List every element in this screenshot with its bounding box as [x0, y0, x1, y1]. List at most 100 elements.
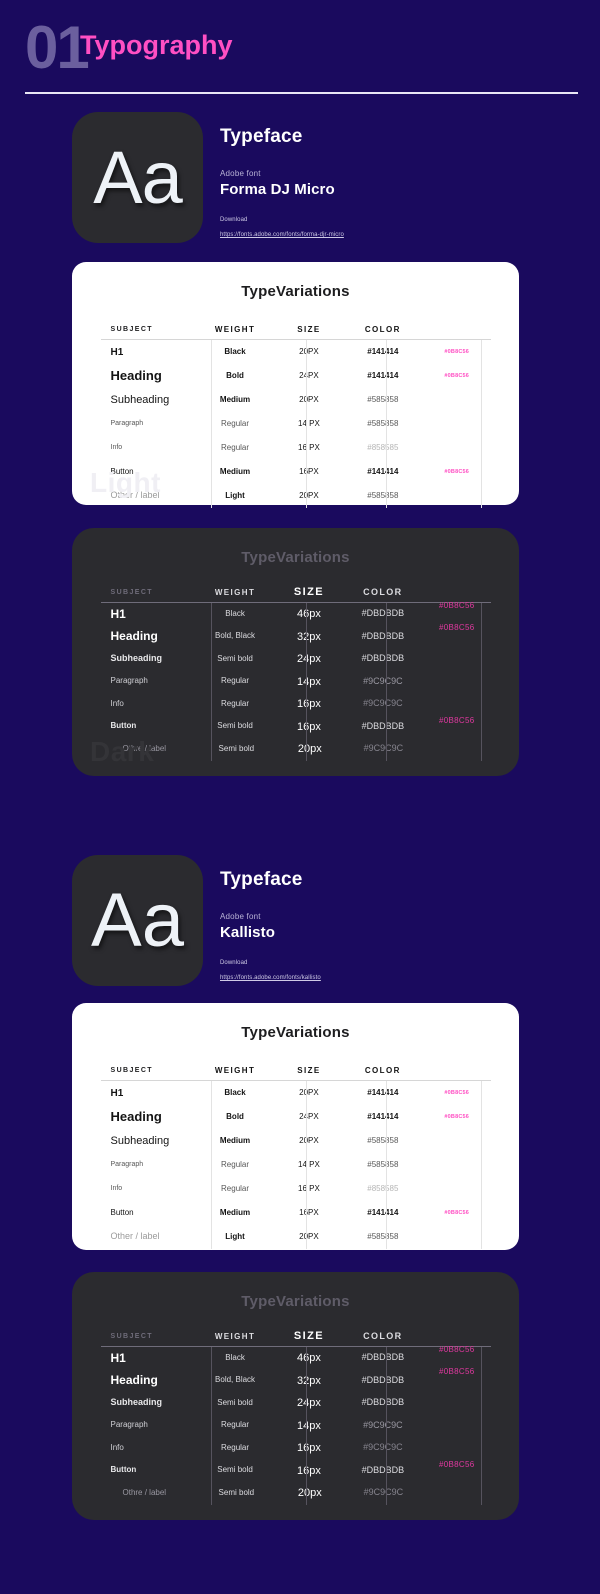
- column-header-size: SIZE: [297, 324, 321, 334]
- cell-color: #9C9C9C: [363, 1419, 403, 1430]
- type-variations-table: SUBJECT WEIGHT SIZE COLOR H1 Black 20PX #141414…: [100, 1060, 491, 1249]
- table-row: Button Semi bold 16px #DBDBDB #0B8C56: [101, 716, 491, 739]
- cell-size: 16 PX: [298, 1183, 320, 1193]
- table-row: Heading Bold, Black 32px #DBDBDB #0B8C56: [101, 623, 491, 649]
- table-row: Paragraph Regular 14px #9C9C9C: [101, 671, 491, 694]
- column-separator-1: [210, 1081, 212, 1249]
- typeface-info-2: Typeface Adobe font Kallisto Download ht…: [220, 869, 321, 984]
- cell-weight: Semi bold: [217, 1465, 253, 1475]
- cell-color: #585858: [367, 1135, 399, 1145]
- table-row: H1 Black 46px #DBDBDB #0B8C56: [101, 601, 491, 626]
- cell-subject: Paragraph: [110, 676, 148, 686]
- cell-subject: Info: [110, 444, 123, 452]
- cell-weight: Regular: [221, 1159, 250, 1169]
- cell-weight: Regular: [221, 698, 250, 708]
- table-row: Paragraph Regular 14 PX #585858: [101, 1153, 491, 1177]
- table-row: Info Regular 16 PX #858585: [101, 1177, 491, 1201]
- cell-weight: Regular: [221, 442, 250, 452]
- column-header-weight: WEIGHT: [214, 1065, 256, 1075]
- download-label: Download: [220, 217, 248, 223]
- column-header-weight: WEIGHT: [214, 587, 256, 597]
- cell-size: 16px: [297, 720, 321, 733]
- column-header-size: SIZE: [293, 1330, 324, 1342]
- table-body: H1 Black 20PX #141414 #0B8C56 Heading Bold 24PX…: [101, 1081, 491, 1249]
- table-row: Othre / label Semi bold 20px #9C9C9C: [101, 738, 491, 761]
- table-row: Button Semi bold 16px #DBDBDB #0B8C56: [101, 1460, 491, 1483]
- cell-size: 24px: [297, 1397, 321, 1410]
- cell-size: 20px: [297, 743, 322, 756]
- cell-size: 32px: [297, 1374, 321, 1387]
- cell-subject: Paragraph: [110, 420, 144, 428]
- typeface-specimen-tile-2: Aa: [72, 855, 203, 986]
- column-separator-3: [385, 603, 387, 761]
- cell-color: #DBDBDB: [361, 630, 405, 641]
- section-number: 01: [25, 14, 90, 81]
- typeface-specimen-tile-1: Aa: [72, 112, 203, 243]
- cell-size: 20PX: [299, 1135, 319, 1145]
- cell-weight: Black: [224, 346, 246, 356]
- cell-color: #9C9C9C: [363, 743, 404, 754]
- cell-color: #DBDBDB: [361, 608, 405, 619]
- cell-weight: Black: [224, 1087, 246, 1097]
- cell-size: 46px: [297, 1352, 321, 1365]
- cell-subject: Subheading: [110, 1397, 163, 1408]
- cell-weight: Light: [225, 1231, 245, 1241]
- cell-subject: Other / label: [110, 1231, 160, 1242]
- table-row: Info Regular 16px #9C9C9C: [101, 1437, 491, 1460]
- cell-weight: Semi bold: [218, 1487, 255, 1497]
- cell-size: 20PX: [299, 394, 319, 404]
- theme-watermark: Dark: [90, 736, 155, 767]
- cell-subject: Info: [110, 1185, 123, 1193]
- cell-color: #585858: [367, 1231, 399, 1241]
- column-header-color: COLOR: [363, 587, 403, 597]
- table-row: Subheading Medium 20PX #585858: [101, 1129, 491, 1153]
- cell-weight: Medium: [219, 466, 251, 476]
- cell-subject: Info: [110, 698, 124, 708]
- column-separator-1: [210, 603, 212, 761]
- cell-size: 14px: [297, 675, 321, 688]
- type-variations-table: SUBJECT WEIGHT SIZE COLOR H1 Black 46px #DBDBDB…: [100, 1326, 491, 1505]
- cell-size: 16px: [297, 698, 321, 711]
- table-body: H1 Black 46px #DBDBDB #0B8C56 Heading Bold, Bl…: [101, 1345, 491, 1505]
- cell-weight: Bold: [226, 1111, 244, 1121]
- column-header-subject: SUBJECT: [110, 588, 153, 596]
- cell-weight: Regular: [221, 1442, 250, 1452]
- cell-color: #141414: [367, 1111, 399, 1121]
- cell-subject: Subheading: [110, 1134, 170, 1147]
- dark-type-variations-card-1: TypeVariations SUBJECT WEIGHT SIZE COLOR H1 B…: [72, 528, 519, 776]
- cell-size: 24PX: [299, 370, 319, 380]
- typeface-block-2: Aa Typeface Adobe font Kallisto Download…: [0, 855, 600, 990]
- cell-size: 16px: [297, 1442, 321, 1455]
- cell-size: 46px: [297, 608, 321, 621]
- download-link[interactable]: https://fonts.adobe.com/fonts/forma-djr-…: [220, 232, 344, 238]
- column-header-weight: WEIGHT: [214, 324, 256, 334]
- cell-subject: Button: [110, 1465, 137, 1475]
- cell-weight: Bold, Black: [215, 631, 256, 641]
- cell-weight: Medium: [219, 394, 251, 404]
- table-row: H1 Black 20PX #141414 #0B8C56: [101, 1081, 491, 1105]
- cell-size: 20PX: [299, 490, 319, 500]
- column-header-size: SIZE: [297, 1065, 321, 1075]
- cell-size: 16PX: [299, 466, 319, 476]
- cell-size: 16PX: [299, 1207, 319, 1217]
- table-row: Paragraph Regular 14px #9C9C9C: [101, 1415, 491, 1438]
- table-row: Heading Bold 24PX #141414 #0B8C56: [101, 364, 491, 388]
- cell-size: 14px: [297, 1419, 321, 1432]
- cell-subject: H1: [110, 1087, 124, 1099]
- theme-watermark: Light: [90, 467, 161, 498]
- cell-size: 20PX: [299, 1231, 319, 1241]
- download-link[interactable]: https://fonts.adobe.com/fonts/kallisto: [220, 975, 321, 981]
- cell-size: 14 PX: [298, 1159, 320, 1169]
- table-row: Othre / label Semi bold 20px #9C9C9C: [101, 1482, 491, 1505]
- column-separator-4: [480, 1347, 482, 1505]
- column-header-color: COLOR: [364, 324, 401, 334]
- column-separator-3: [385, 340, 387, 508]
- column-header-size: SIZE: [293, 586, 324, 598]
- table-row: H1 Black 46px #DBDBDB #0B8C56: [101, 1345, 491, 1370]
- cell-color: #858585: [367, 442, 399, 452]
- cell-color: #585858: [367, 394, 399, 404]
- cell-color: #585858: [367, 418, 399, 428]
- page-title: Typography: [80, 30, 233, 60]
- cell-subject: H1: [110, 606, 126, 621]
- cell-size: 16px: [297, 1464, 321, 1477]
